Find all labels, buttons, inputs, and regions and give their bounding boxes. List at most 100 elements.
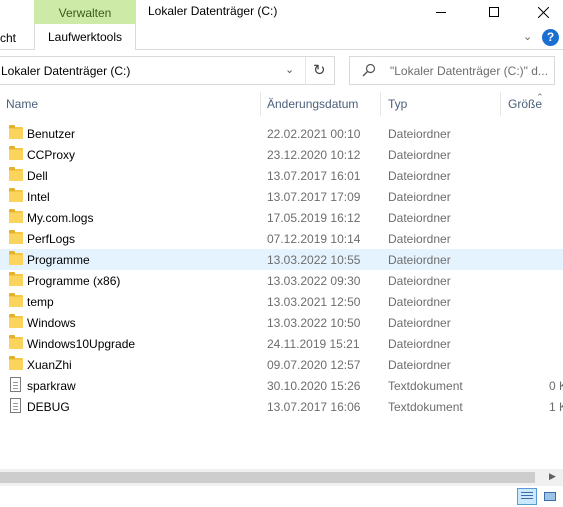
file-name: XuanZhi (27, 358, 72, 372)
file-name: Intel (27, 190, 50, 204)
folder-row[interactable]: My.com.logs 17.05.2019 16:12 Dateiordner (0, 207, 563, 228)
search-box[interactable]: "Lokaler Datenträger (C:)" d... (349, 56, 555, 85)
file-row[interactable]: DEBUG 13.07.2017 16:06 Textdokument 1 K (0, 396, 563, 417)
file-name: DEBUG (27, 400, 70, 414)
scroll-right-icon[interactable]: ▶ (549, 471, 556, 482)
file-date: 13.03.2022 10:50 (267, 316, 361, 330)
file-name: Dell (27, 169, 48, 183)
column-header-type[interactable]: Typ (388, 97, 407, 111)
file-type: Dateiordner (388, 253, 451, 267)
maximize-button[interactable] (471, 0, 517, 24)
chevron-down-icon[interactable]: ⌄ (285, 63, 294, 76)
file-name: Windows10Upgrade (27, 337, 136, 351)
file-type: Dateiordner (388, 274, 451, 288)
file-type: Dateiordner (388, 211, 451, 225)
file-type: Dateiordner (388, 358, 451, 372)
column-header-date[interactable]: Änderungsdatum (267, 97, 358, 111)
context-tab-header: Verwalten (34, 0, 136, 26)
folder-icon (9, 335, 23, 349)
refresh-icon: ↻ (313, 62, 326, 79)
folder-row[interactable]: Programme 13.03.2022 10:55 Dateiordner (0, 249, 563, 270)
large-icons-view-icon (544, 492, 556, 501)
folder-icon (9, 230, 23, 244)
sort-ascending-icon: ⌃ (536, 92, 544, 102)
minimize-icon (436, 11, 446, 13)
file-date: 30.10.2020 15:26 (267, 379, 361, 393)
title-bar: Verwalten Lokaler Datenträger (C:) (0, 0, 563, 26)
column-divider[interactable] (500, 92, 501, 116)
file-name: CCProxy (27, 148, 76, 162)
address-divider (305, 57, 306, 84)
file-name: Programme (x86) (27, 274, 121, 288)
file-date: 17.05.2019 16:12 (267, 211, 361, 225)
tab-ansicht[interactable]: cht (0, 31, 16, 45)
file-size: 0 K (549, 379, 563, 393)
folder-row[interactable]: Windows 13.03.2022 10:50 Dateiordner (0, 312, 563, 333)
chevron-down-icon[interactable]: ⌄ (523, 30, 532, 43)
file-date: 13.03.2022 09:30 (267, 274, 361, 288)
file-name: Windows (27, 316, 76, 330)
folder-row[interactable]: PerfLogs 07.12.2019 10:14 Dateiordner (0, 228, 563, 249)
tab-laufwerktools[interactable]: Laufwerktools (34, 24, 136, 50)
folder-icon (9, 293, 23, 307)
close-icon (537, 6, 549, 18)
file-size: 1 K (549, 400, 563, 414)
folder-row[interactable]: Dell 13.07.2017 16:01 Dateiordner (0, 165, 563, 186)
file-type: Dateiordner (388, 169, 451, 183)
search-input[interactable]: "Lokaler Datenträger (C:)" d... (390, 64, 554, 78)
text-document-icon (10, 377, 21, 392)
file-date: 13.07.2017 17:09 (267, 190, 361, 204)
details-view-icon (521, 492, 533, 501)
scrollbar-thumb[interactable] (0, 472, 535, 483)
file-row[interactable]: sparkraw 30.10.2020 15:26 Textdokument 0 K (0, 375, 563, 396)
ribbon-tab-bar: cht Laufwerktools ⌄ ? (0, 24, 563, 50)
file-name: Benutzer (27, 127, 76, 141)
folder-icon (9, 314, 23, 328)
file-name: sparkraw (27, 379, 76, 393)
file-date: 13.07.2017 16:06 (267, 400, 361, 414)
folder-row[interactable]: Intel 13.07.2017 17:09 Dateiordner (0, 186, 563, 207)
search-icon (362, 63, 376, 77)
folder-row[interactable]: CCProxy 23.12.2020 10:12 Dateiordner (0, 144, 563, 165)
column-divider[interactable] (260, 92, 261, 116)
folder-icon (9, 188, 23, 202)
close-button[interactable] (520, 0, 563, 24)
folder-row[interactable]: XuanZhi 09.07.2020 12:57 Dateiordner (0, 354, 563, 375)
maximize-icon (489, 7, 499, 17)
file-date: 22.02.2021 00:10 (267, 127, 361, 141)
folder-row[interactable]: Windows10Upgrade 24.11.2019 15:21 Dateiord… (0, 333, 563, 354)
window-title: Lokaler Datenträger (C:) (148, 4, 278, 18)
file-type: Dateiordner (388, 148, 451, 162)
help-icon[interactable]: ? (542, 29, 559, 46)
file-date: 13.03.2021 12:50 (267, 295, 361, 309)
refresh-button[interactable]: ↻ (313, 61, 326, 79)
file-type: Dateiordner (388, 316, 451, 330)
folder-row[interactable]: Programme (x86) 13.03.2022 09:30 Dateiordn… (0, 270, 563, 291)
folder-icon (9, 209, 23, 223)
folder-icon (9, 146, 23, 160)
file-name: Programme (27, 253, 90, 267)
file-date: 24.11.2019 15:21 (267, 337, 360, 351)
minimize-button[interactable] (418, 0, 464, 24)
horizontal-scrollbar[interactable]: ▶ (0, 469, 563, 486)
folder-row[interactable]: temp 13.03.2021 12:50 Dateiordner (0, 291, 563, 312)
details-view-button[interactable] (517, 488, 537, 505)
address-path[interactable]: Lokaler Datenträger (C:) (1, 64, 130, 78)
file-type: Dateiordner (388, 190, 451, 204)
folder-row[interactable]: Benutzer 22.02.2021 00:10 Dateiordner (0, 123, 563, 144)
file-type: Dateiordner (388, 127, 451, 141)
file-date: 07.12.2019 10:14 (267, 232, 361, 246)
file-type: Dateiordner (388, 337, 451, 351)
folder-icon (9, 125, 23, 139)
file-date: 09.07.2020 12:57 (267, 358, 361, 372)
address-bar[interactable]: Lokaler Datenträger (C:) ⌄ ↻ (0, 56, 335, 85)
file-type: Textdokument (388, 379, 463, 393)
large-icons-view-button[interactable] (541, 488, 559, 505)
file-date: 13.03.2022 10:55 (267, 253, 361, 267)
column-header-name[interactable]: Name (6, 97, 38, 111)
column-divider[interactable] (380, 92, 381, 116)
file-type: Dateiordner (388, 232, 451, 246)
file-name: My.com.logs (27, 211, 94, 225)
text-document-icon (10, 398, 21, 413)
folder-icon (9, 251, 23, 265)
